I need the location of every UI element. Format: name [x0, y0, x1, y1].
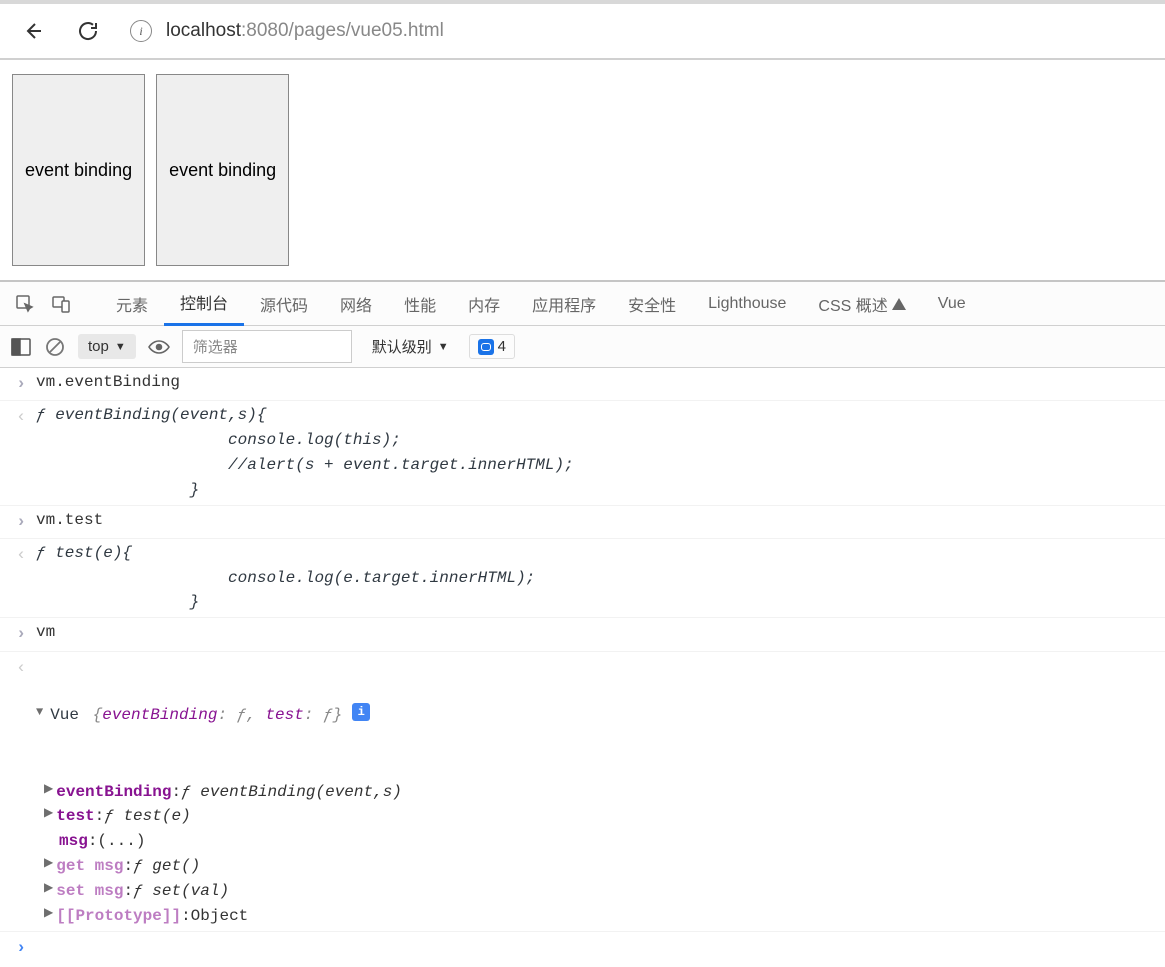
device-toggle-icon[interactable]	[50, 293, 72, 315]
tab-network[interactable]: 网络	[324, 282, 388, 326]
console-text: ƒ eventBinding(event,s){ console.log(thi…	[36, 403, 1155, 502]
devtools-tabs: 元素 控制台 源代码 网络 性能 内存 应用程序 安全性 Lighthouse …	[0, 282, 1165, 326]
hidden-messages-count[interactable]: 4	[469, 334, 515, 359]
console-prompt[interactable]: ›	[0, 932, 1165, 966]
console-output-line[interactable]: ƒ eventBinding(event,s){ console.log(thi…	[0, 401, 1165, 505]
event-binding-button-1[interactable]: event binding	[12, 74, 145, 266]
console-text: vm	[36, 620, 1155, 648]
clear-console-icon[interactable]	[44, 336, 66, 358]
site-info-icon[interactable]: i	[130, 20, 152, 42]
expand-toggle-icon[interactable]	[36, 703, 43, 722]
back-button[interactable]	[18, 17, 46, 45]
console-text: vm.eventBinding	[36, 370, 1155, 398]
prop-value: ƒ test(e)	[104, 804, 190, 829]
info-icon[interactable]: i	[352, 703, 370, 721]
event-binding-button-2[interactable]: event binding	[156, 74, 289, 266]
prop-value: (...)	[97, 829, 145, 854]
console-text: vm.test	[36, 508, 1155, 536]
output-chevron-icon	[16, 403, 36, 502]
tab-sources[interactable]: 源代码	[244, 282, 324, 326]
output-chevron-icon	[16, 541, 36, 615]
prop-value: ƒ get()	[133, 854, 200, 879]
input-chevron-icon	[16, 508, 36, 536]
prop-key: [[Prototype]]	[56, 904, 181, 929]
prop-value: ƒ set(val)	[133, 879, 229, 904]
inspect-icon[interactable]	[14, 293, 36, 315]
object-property[interactable]: [[Prototype]]: Object	[0, 904, 1165, 933]
console-input-line[interactable]: vm.eventBinding	[0, 368, 1165, 401]
live-expression-icon[interactable]	[148, 336, 170, 358]
context-selector[interactable]: top ▼	[78, 334, 136, 359]
expand-toggle-icon[interactable]	[44, 780, 53, 799]
page-body: event binding event binding	[0, 60, 1165, 280]
console-input-line[interactable]: vm.test	[0, 506, 1165, 539]
console-input-line[interactable]: vm	[0, 618, 1165, 651]
tab-application[interactable]: 应用程序	[516, 282, 612, 326]
input-chevron-icon	[16, 620, 36, 648]
object-property[interactable]: test: ƒ test(e)	[0, 804, 1165, 829]
tab-css-overview[interactable]: CSS 概述	[802, 282, 921, 326]
log-level-selector[interactable]: 默认级别 ▼	[364, 336, 457, 357]
output-chevron-icon	[16, 654, 36, 778]
input-chevron-icon	[16, 370, 36, 398]
prop-key: get msg	[56, 854, 123, 879]
expand-toggle-icon[interactable]	[44, 904, 53, 923]
console-output: vm.eventBinding ƒ eventBinding(event,s){…	[0, 368, 1165, 967]
object-property[interactable]: msg: (...)	[0, 829, 1165, 854]
tab-security[interactable]: 安全性	[612, 282, 692, 326]
tab-lighthouse[interactable]: Lighthouse	[692, 282, 802, 326]
object-property[interactable]: get msg: ƒ get()	[0, 854, 1165, 879]
devtools-panel: 元素 控制台 源代码 网络 性能 内存 应用程序 安全性 Lighthouse …	[0, 280, 1165, 967]
prop-value: ƒ eventBinding(event,s)	[181, 780, 402, 805]
prop-key: msg	[59, 829, 88, 854]
tab-memory[interactable]: 内存	[452, 282, 516, 326]
warning-icon	[892, 298, 906, 310]
prop-key: set msg	[56, 879, 123, 904]
object-property[interactable]: set msg: ƒ set(val)	[0, 879, 1165, 904]
tab-performance[interactable]: 性能	[388, 282, 452, 326]
prop-key: test	[56, 804, 94, 829]
console-output-object[interactable]: Vue {eventBinding: ƒ, test: ƒ} i	[0, 652, 1165, 780]
console-toolbar: top ▼ 筛选器 默认级别 ▼ 4	[0, 326, 1165, 368]
filter-input[interactable]: 筛选器	[182, 330, 352, 363]
message-icon	[478, 339, 494, 355]
object-class: Vue	[50, 703, 88, 728]
tab-vue[interactable]: Vue	[922, 282, 982, 326]
expand-toggle-icon[interactable]	[44, 854, 53, 873]
expand-toggle-icon[interactable]	[44, 879, 53, 898]
prop-key: eventBinding	[56, 780, 171, 805]
url-text: localhost:8080/pages/vue05.html	[166, 20, 444, 42]
tab-elements[interactable]: 元素	[100, 282, 164, 326]
console-output-line[interactable]: ƒ test(e){ console.log(e.target.innerHTM…	[0, 539, 1165, 618]
reload-button[interactable]	[74, 17, 102, 45]
object-property[interactable]: eventBinding: ƒ eventBinding(event,s)	[0, 780, 1165, 805]
console-text: ƒ test(e){ console.log(e.target.innerHTM…	[36, 541, 1155, 615]
address-bar[interactable]: i localhost:8080/pages/vue05.html	[130, 20, 1147, 42]
browser-toolbar: i localhost:8080/pages/vue05.html	[0, 0, 1165, 60]
prop-value: Object	[191, 904, 249, 929]
sidebar-toggle-icon[interactable]	[10, 336, 32, 358]
tab-console[interactable]: 控制台	[164, 282, 244, 326]
expand-toggle-icon[interactable]	[44, 804, 53, 823]
